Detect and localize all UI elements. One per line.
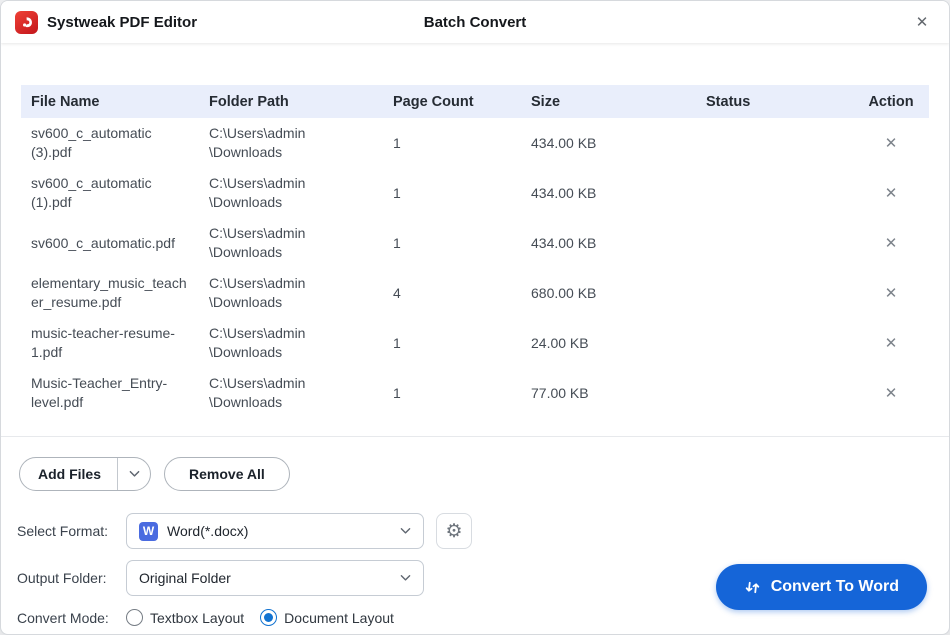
page-count-cell: 1 — [383, 334, 521, 353]
folder-path-cell: C:\Users\admin \Downloads — [199, 274, 383, 312]
section-divider — [1, 436, 949, 437]
column-header-action: Action — [851, 94, 931, 110]
column-header-status: Status — [696, 94, 851, 110]
page-count-cell: 1 — [383, 384, 521, 403]
table-row: sv600_c_automatic.pdf C:\Users\admin \Do… — [21, 218, 929, 268]
convert-mode-label: Convert Mode: — [17, 610, 126, 626]
table-row: Music-Teacher_Entry-level.pdf C:\Users\a… — [21, 368, 929, 418]
file-name-cell: elementary_music_teacher_resume.pdf — [21, 274, 199, 312]
remove-file-icon[interactable]: ✕ — [879, 182, 904, 204]
output-folder-value: Original Folder — [139, 570, 400, 586]
output-folder-dropdown[interactable]: Original Folder — [126, 560, 424, 596]
column-header-page-count: Page Count — [383, 94, 521, 110]
action-cell: ✕ — [851, 232, 931, 254]
size-cell: 680.00 KB — [521, 284, 696, 303]
column-header-size: Size — [521, 94, 696, 110]
file-table: File Name Folder Path Page Count Size St… — [21, 85, 929, 418]
app-logo-icon — [15, 11, 38, 34]
select-format-label: Select Format: — [17, 523, 126, 539]
format-row: Select Format: W Word(*.docx) ⚙ — [17, 513, 949, 549]
table-header-row: File Name Folder Path Page Count Size St… — [21, 85, 929, 118]
select-format-value: Word(*.docx) — [167, 523, 400, 539]
file-name-cell: sv600_c_automatic.pdf — [21, 234, 199, 253]
page-count-cell: 4 — [383, 284, 521, 303]
chevron-down-icon — [400, 527, 411, 535]
action-cell: ✕ — [851, 282, 931, 304]
remove-file-icon[interactable]: ✕ — [879, 132, 904, 154]
convert-mode-row: Convert Mode: Textbox Layout Document La… — [17, 609, 949, 626]
file-name-cell: Music-Teacher_Entry-level.pdf — [21, 374, 199, 412]
action-cell: ✕ — [851, 332, 931, 354]
folder-path-cell: C:\Users\admin \Downloads — [199, 124, 383, 162]
add-files-split-button: Add Files — [19, 457, 151, 491]
column-header-folder-path: Folder Path — [199, 94, 383, 110]
output-folder-label: Output Folder: — [17, 570, 126, 586]
remove-file-icon[interactable]: ✕ — [879, 282, 904, 304]
remove-all-button[interactable]: Remove All — [164, 457, 290, 491]
remove-file-icon[interactable]: ✕ — [879, 382, 904, 404]
folder-path-cell: C:\Users\admin \Downloads — [199, 174, 383, 212]
table-row: sv600_c_automatic (3).pdf C:\Users\admin… — [21, 118, 929, 168]
gear-icon: ⚙ — [445, 522, 462, 541]
size-cell: 434.00 KB — [521, 184, 696, 203]
action-cell: ✕ — [851, 182, 931, 204]
batch-convert-dialog: Systweak PDF Editor Batch Convert ✕ File… — [0, 0, 950, 635]
add-files-button[interactable]: Add Files — [20, 458, 117, 490]
file-name-cell: music-teacher-resume-1.pdf — [21, 324, 199, 362]
page-count-cell: 1 — [383, 234, 521, 253]
action-cell: ✕ — [851, 132, 931, 154]
table-row: sv600_c_automatic (1).pdf C:\Users\admin… — [21, 168, 929, 218]
size-cell: 434.00 KB — [521, 134, 696, 153]
radio-option-textbox-layout[interactable]: Textbox Layout — [126, 609, 244, 626]
remove-file-icon[interactable]: ✕ — [879, 332, 904, 354]
folder-path-cell: C:\Users\admin \Downloads — [199, 324, 383, 362]
convert-to-word-button[interactable]: Convert To Word — [716, 564, 927, 610]
chevron-down-icon — [129, 470, 140, 478]
radio-unselected-icon — [126, 609, 143, 626]
table-row: elementary_music_teacher_resume.pdf C:\U… — [21, 268, 929, 318]
titlebar: Systweak PDF Editor Batch Convert ✕ — [1, 1, 949, 43]
close-icon[interactable]: ✕ — [909, 9, 935, 35]
app-title: Systweak PDF Editor — [47, 14, 197, 31]
table-row: music-teacher-resume-1.pdf C:\Users\admi… — [21, 318, 929, 368]
file-name-cell: sv600_c_automatic (1).pdf — [21, 174, 199, 212]
column-header-file-name: File Name — [21, 94, 199, 110]
chevron-down-icon — [400, 574, 411, 582]
size-cell: 24.00 KB — [521, 334, 696, 353]
add-files-dropdown-button[interactable] — [118, 458, 150, 490]
radio-option-document-layout[interactable]: Document Layout — [260, 609, 394, 626]
action-cell: ✕ — [851, 382, 931, 404]
format-settings-button[interactable]: ⚙ — [436, 513, 472, 549]
convert-arrows-icon — [744, 579, 761, 596]
size-cell: 77.00 KB — [521, 384, 696, 403]
toolbar: Add Files Remove All — [19, 457, 949, 491]
file-name-cell: sv600_c_automatic (3).pdf — [21, 124, 199, 162]
folder-path-cell: C:\Users\admin \Downloads — [199, 374, 383, 412]
select-format-dropdown[interactable]: W Word(*.docx) — [126, 513, 424, 549]
word-file-icon: W — [139, 522, 158, 541]
page-count-cell: 1 — [383, 134, 521, 153]
remove-file-icon[interactable]: ✕ — [879, 232, 904, 254]
radio-selected-icon — [260, 609, 277, 626]
table-body: sv600_c_automatic (3).pdf C:\Users\admin… — [21, 118, 929, 418]
page-count-cell: 1 — [383, 184, 521, 203]
folder-path-cell: C:\Users\admin \Downloads — [199, 224, 383, 262]
size-cell: 434.00 KB — [521, 234, 696, 253]
